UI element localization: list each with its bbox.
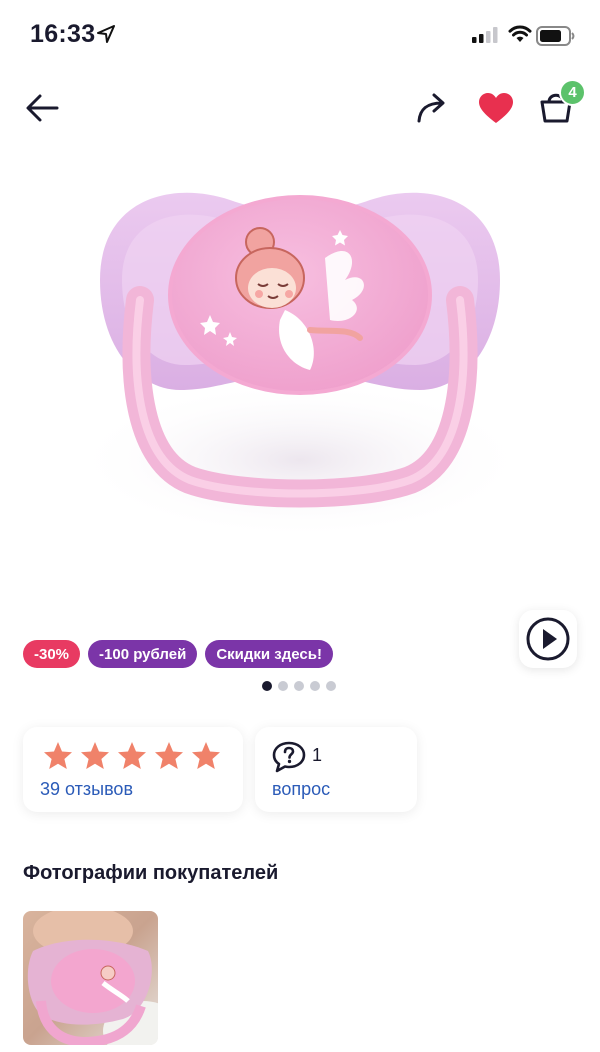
star-icon <box>44 742 72 769</box>
promo-badges: -30% -100 рублей Скидки здесь! <box>23 640 333 668</box>
product-image[interactable] <box>60 160 540 560</box>
wifi-icon <box>508 25 532 48</box>
rating-stars <box>43 741 221 771</box>
questions-count: 1 <box>312 745 323 765</box>
customer-photo-thumbnail[interactable] <box>23 911 158 1045</box>
questions-link[interactable]: вопрос <box>272 779 330 800</box>
battery-icon <box>536 26 576 51</box>
carousel-indicator <box>262 681 336 691</box>
rating-card[interactable]: 39 отзывов <box>23 727 243 812</box>
carousel-dot[interactable] <box>262 681 272 691</box>
star-icon <box>118 742 146 769</box>
customer-photos-title: Фотографии покупателей <box>23 862 279 884</box>
cellular-signal-icon <box>472 27 498 48</box>
carousel-dot[interactable] <box>278 681 288 691</box>
status-time: 16:33 <box>30 20 96 48</box>
star-icon <box>81 742 109 769</box>
play-icon <box>526 617 570 661</box>
reviews-link[interactable]: 39 отзывов <box>40 779 133 800</box>
carousel-dot[interactable] <box>310 681 320 691</box>
top-navigation <box>0 78 600 138</box>
status-bar: 16:33 <box>0 0 600 70</box>
question-bubble-icon <box>272 741 306 778</box>
back-arrow-icon[interactable] <box>20 86 64 130</box>
discount-percent-badge[interactable]: -30% <box>23 640 81 668</box>
play-video-button[interactable] <box>519 610 577 668</box>
carousel-dot[interactable] <box>326 681 336 691</box>
heart-icon[interactable] <box>474 86 518 130</box>
questions-card[interactable]: 1 вопрос <box>255 727 417 812</box>
discounts-here-badge[interactable]: Скидки здесь! <box>205 640 333 668</box>
share-icon[interactable] <box>410 86 454 130</box>
location-arrow-icon <box>97 25 115 48</box>
carousel-dot[interactable] <box>294 681 304 691</box>
star-icon <box>155 742 183 769</box>
cart-count-badge: 4 <box>559 79 586 106</box>
star-icon <box>192 742 220 769</box>
discount-rubles-badge[interactable]: -100 рублей <box>88 640 198 668</box>
